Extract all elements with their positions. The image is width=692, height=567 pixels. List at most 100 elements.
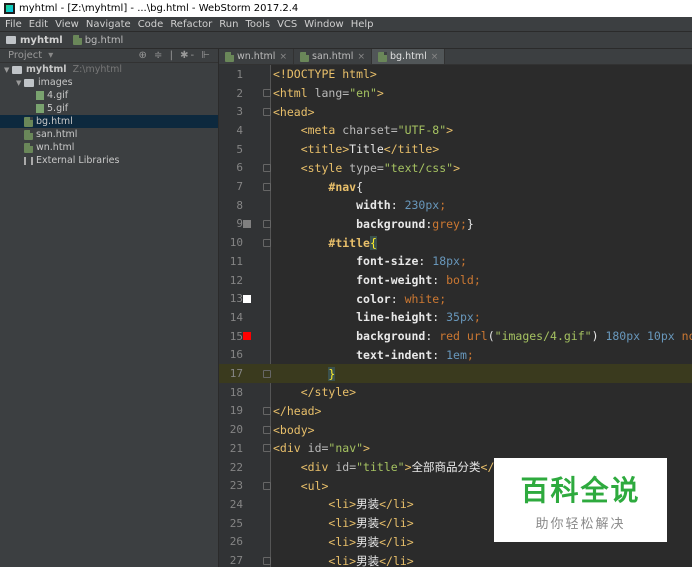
menu-item-refactor[interactable]: Refactor [170, 19, 212, 30]
menu-item-edit[interactable]: Edit [29, 19, 48, 30]
project-view-selector[interactable]: Project [8, 50, 42, 61]
tree-item-san-html[interactable]: san.html [0, 128, 218, 141]
fold-marker-icon[interactable] [263, 444, 271, 453]
line-number: 14 [229, 310, 243, 324]
line-number: 20 [229, 423, 243, 437]
fold-marker-icon[interactable] [263, 163, 271, 172]
code-line[interactable]: 18 </style> [219, 383, 692, 402]
code-line[interactable]: 15 background: red url("images/4.gif") 1… [219, 327, 692, 346]
tree-item-images[interactable]: ▼ images [0, 76, 218, 89]
fold-marker-icon[interactable] [263, 369, 271, 378]
code-line[interactable]: 8 width: 230px; [219, 196, 692, 215]
code-line[interactable]: 17 } [219, 364, 692, 383]
code-line[interactable]: 10 #title{ [219, 233, 692, 252]
menu-item-file[interactable]: File [5, 19, 22, 30]
tree-item-4-gif[interactable]: 4.gif [0, 89, 218, 102]
fold-marker-icon[interactable] [263, 182, 271, 191]
tab-san-html[interactable]: san.html × [294, 49, 372, 64]
menu-item-help[interactable]: Help [351, 19, 374, 30]
tree-item-bg-html[interactable]: bg.html [0, 115, 218, 128]
navigation-bar: myhtml bg.html [0, 31, 692, 49]
tree-item-label: External Libraries [36, 155, 120, 166]
line-number: 27 [229, 554, 243, 567]
tree-item-myhtml[interactable]: ▼ myhtml Z:\myhtml [0, 63, 218, 76]
fold-marker-icon[interactable] [263, 556, 271, 565]
fold-marker-icon[interactable] [263, 219, 271, 228]
color-swatch-icon[interactable] [243, 294, 251, 303]
folder-icon [24, 78, 34, 87]
panel-tools[interactable]: ⊕ ≑ | ✱- ⊩ [138, 50, 212, 61]
code-line[interactable]: 21 <div id="nav"> [219, 439, 692, 458]
watermark-logo: 百科全说 助你轻松解决 [494, 458, 667, 542]
code-line[interactable]: 1 <!DOCTYPE html> [219, 65, 692, 84]
html-icon [24, 129, 33, 140]
line-number: 8 [236, 198, 243, 212]
code-line[interactable]: 12 font-weight: bold; [219, 271, 692, 290]
menu-item-run[interactable]: Run [219, 19, 238, 30]
code-line[interactable]: 16 text-indent: 1em; [219, 346, 692, 365]
color-swatch-icon[interactable] [243, 332, 251, 341]
code-line[interactable]: 13 color: white; [219, 289, 692, 308]
code-text: <title>Title</title> [300, 142, 440, 157]
code-line[interactable]: 2 <html lang="en"> [219, 84, 692, 103]
expand-arrow-icon[interactable]: ▼ [16, 79, 24, 87]
code-text: </head> [273, 403, 322, 418]
code-line[interactable]: 3 <head> [219, 102, 692, 121]
tree-item-external-libraries[interactable]: External Libraries [0, 154, 218, 167]
breadcrumb-file[interactable]: bg.html [72, 35, 123, 46]
menu-item-view[interactable]: View [55, 19, 79, 30]
menu-item-tools[interactable]: Tools [245, 19, 270, 30]
code-text: text-indent: 1em; [356, 347, 474, 362]
code-line[interactable]: 27 <li>男装</li> [219, 551, 692, 567]
line-number: 23 [229, 479, 243, 493]
fold-marker-icon[interactable] [263, 238, 271, 247]
close-icon[interactable]: × [279, 52, 287, 62]
code-text: line-height: 35px; [356, 310, 481, 325]
html-file-icon [225, 51, 234, 62]
close-icon[interactable]: × [357, 52, 365, 62]
code-line[interactable]: 11 font-size: 18px; [219, 252, 692, 271]
menu-item-navigate[interactable]: Navigate [86, 19, 131, 30]
fold-marker-icon[interactable] [263, 406, 271, 415]
tree-item-wn-html[interactable]: wn.html [0, 141, 218, 154]
close-icon[interactable]: × [431, 52, 439, 62]
code-text: #title{ [328, 235, 377, 250]
tree-item-5-gif[interactable]: 5.gif [0, 102, 218, 115]
fold-marker-icon[interactable] [263, 481, 271, 490]
code-line[interactable]: 5 <title>Title</title> [219, 140, 692, 159]
tree-item-label: san.html [36, 129, 78, 140]
project-panel-header[interactable]: Project ▾ ⊕ ≑ | ✱- ⊩ [0, 49, 218, 63]
code-text: <div id="nav"> [273, 441, 370, 456]
chevron-down-icon[interactable]: ▾ [48, 50, 53, 61]
menu-item-vcs[interactable]: VCS [277, 19, 297, 30]
line-number: 19 [229, 404, 243, 418]
folder-icon [6, 36, 16, 44]
menu-item-code[interactable]: Code [138, 19, 164, 30]
fold-marker-icon[interactable] [263, 425, 271, 434]
code-line[interactable]: 19 </head> [219, 402, 692, 421]
expand-arrow-icon[interactable]: ▼ [4, 66, 12, 74]
code-text: font-size: 18px; [356, 254, 467, 269]
color-swatch-icon[interactable] [243, 219, 251, 228]
code-line[interactable]: 9 background:grey;} [219, 215, 692, 234]
watermark-title: 百科全说 [520, 473, 641, 507]
line-number: 26 [229, 535, 243, 549]
tab-wn-html[interactable]: wn.html × [219, 49, 294, 64]
fold-marker-icon[interactable] [263, 107, 271, 116]
code-line[interactable]: 20 <body> [219, 420, 692, 439]
fold-marker-icon[interactable] [263, 89, 271, 98]
breadcrumb-project[interactable]: myhtml [6, 35, 63, 46]
tree-item-label: wn.html [36, 142, 75, 153]
line-number: 22 [229, 460, 243, 474]
code-line[interactable]: 14 line-height: 35px; [219, 308, 692, 327]
menu-item-window[interactable]: Window [304, 19, 343, 30]
code-line[interactable]: 4 <meta charset="UTF-8"> [219, 121, 692, 140]
tab-bg-html[interactable]: bg.html × [372, 49, 446, 64]
line-number: 11 [229, 254, 243, 268]
window-title: myhtml - [Z:\myhtml] - ...\bg.html - Web… [19, 3, 299, 14]
code-text: font-weight: bold; [356, 273, 481, 288]
line-number: 25 [229, 516, 243, 530]
code-text: background: red url("images/4.gif") 180p… [356, 329, 692, 344]
code-line[interactable]: 6 <style type="text/css"> [219, 159, 692, 178]
code-line[interactable]: 7 #nav{ [219, 177, 692, 196]
